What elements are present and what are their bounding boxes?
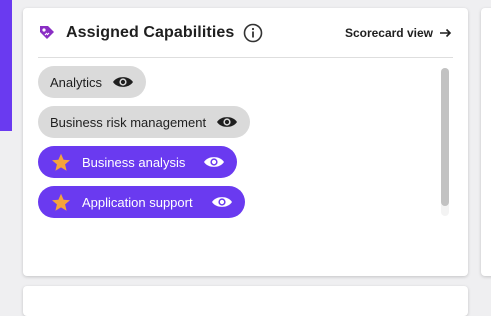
assigned-capabilities-card: Assigned Capabilities Scorecard view Ana… bbox=[23, 8, 468, 276]
eye-icon[interactable] bbox=[203, 155, 225, 169]
capability-label: Application support bbox=[82, 194, 193, 210]
card-title: Assigned Capabilities bbox=[66, 24, 235, 41]
capability-label: Business analysis bbox=[82, 154, 186, 170]
capability-chip[interactable]: Business risk management bbox=[38, 106, 251, 138]
eye-icon[interactable] bbox=[216, 115, 238, 129]
left-accent-bar bbox=[0, 0, 12, 131]
capability-chip-starred[interactable]: Application support bbox=[38, 186, 245, 218]
star-icon bbox=[52, 193, 70, 211]
arrow-right-icon bbox=[440, 28, 452, 38]
adjacent-card bbox=[481, 8, 491, 276]
eye-icon[interactable] bbox=[211, 195, 233, 209]
tag-icon bbox=[40, 26, 54, 39]
header-divider bbox=[38, 57, 453, 58]
card-header: Assigned Capabilities Scorecard view bbox=[38, 22, 452, 44]
capability-label: Analytics bbox=[50, 74, 103, 90]
info-icon[interactable] bbox=[243, 23, 263, 43]
scorecard-view-label: Scorecard view bbox=[344, 26, 433, 40]
capability-label: Business risk management bbox=[50, 114, 207, 130]
next-card bbox=[23, 286, 468, 316]
capability-chip-starred[interactable]: Business analysis bbox=[38, 146, 238, 178]
scorecard-view-link[interactable]: Scorecard view bbox=[345, 26, 452, 40]
capability-chip[interactable]: Analytics bbox=[38, 66, 147, 98]
eye-icon[interactable] bbox=[112, 75, 134, 89]
star-icon bbox=[52, 153, 70, 171]
scrollbar-thumb[interactable] bbox=[441, 68, 449, 206]
